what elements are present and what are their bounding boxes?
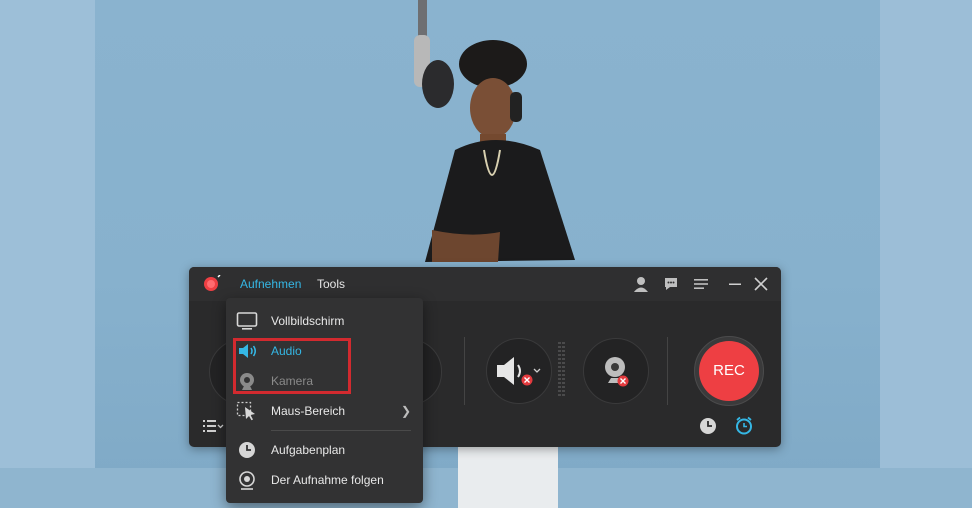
task-schedule-icon[interactable] xyxy=(699,417,717,435)
dropdown-item-vollbildschirm[interactable]: Vollbildschirm xyxy=(226,306,423,336)
dropdown-item-label: Aufgabenplan xyxy=(271,443,346,457)
close-icon[interactable] xyxy=(753,276,769,292)
mouse-area-icon xyxy=(236,401,255,421)
menu-lines-icon[interactable] xyxy=(693,276,709,292)
title-bar: Aufnehmen Tools xyxy=(189,267,781,301)
webcam-off-icon xyxy=(605,357,629,387)
dropdown-item-label: Der Aufnahme folgen xyxy=(271,473,384,487)
record-mode-dropdown: Vollbildschirm Audio Kamera Maus-Bereich… xyxy=(226,298,423,503)
menu-tools[interactable]: Tools xyxy=(317,277,345,291)
app-logo-icon xyxy=(204,275,221,291)
account-icon[interactable] xyxy=(633,276,649,292)
dropdown-divider xyxy=(271,430,411,431)
dropdown-item-aufgabenplan[interactable]: Aufgabenplan xyxy=(226,435,423,465)
divider xyxy=(464,337,465,405)
system-sound-button[interactable] xyxy=(486,338,552,404)
dropdown-item-label: Vollbildschirm xyxy=(271,314,345,328)
dropdown-item-der-aufnahme-folgen[interactable]: Der Aufnahme folgen xyxy=(226,465,423,495)
rec-button[interactable]: REC xyxy=(699,341,759,401)
level-meter xyxy=(558,342,565,396)
dropdown-item-maus-bereich[interactable]: Maus-Bereich ❯ xyxy=(226,396,423,426)
webcam-button[interactable] xyxy=(583,338,649,404)
menu-aufnehmen[interactable]: Aufnehmen xyxy=(240,277,301,291)
list-dropdown-icon[interactable] xyxy=(203,419,225,433)
minimize-icon[interactable] xyxy=(727,276,743,292)
divider xyxy=(667,337,668,405)
chevron-right-icon: ❯ xyxy=(400,404,411,418)
feedback-icon[interactable] xyxy=(663,276,679,292)
follow-target-icon xyxy=(239,471,255,490)
dropdown-item-label: Maus-Bereich xyxy=(271,404,346,418)
highlight-box xyxy=(233,338,351,394)
monitor-icon xyxy=(236,312,258,330)
speaker-muted-icon xyxy=(497,357,541,386)
clock-icon xyxy=(239,442,255,458)
alarm-clock-icon[interactable] xyxy=(735,416,753,435)
